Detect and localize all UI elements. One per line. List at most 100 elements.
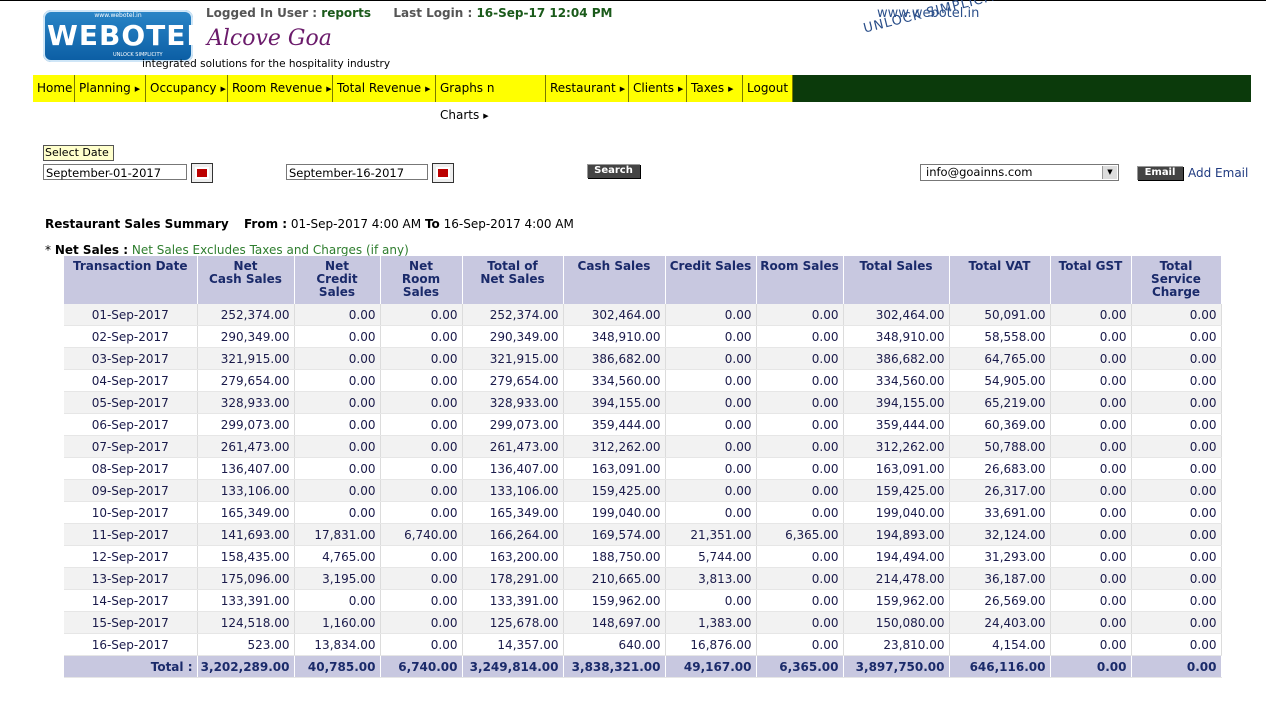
nav-home[interactable]: Home xyxy=(33,75,75,102)
cell-cash-sales: 312,262.00 xyxy=(563,435,666,458)
col-header-room-sales: Room Sales xyxy=(756,256,844,304)
nav-restaurant[interactable]: Restaurant ▶ xyxy=(546,75,629,102)
table-row: 08-Sep-2017 136,407.00 0.00 0.00 136,407.00 1… xyxy=(64,457,1222,480)
nav-logout[interactable]: Logout xyxy=(743,75,793,102)
table-row: 16-Sep-2017 523.00 13,834.00 0.00 14,357.00 6… xyxy=(64,633,1222,656)
table-row: 09-Sep-2017 133,106.00 0.00 0.00 133,106.00 1… xyxy=(64,479,1222,502)
cell-total-gst: 0.00 xyxy=(1050,589,1132,612)
total-total-gst: 0.00 xyxy=(1050,655,1132,678)
chevron-down-icon[interactable]: ▼ xyxy=(1102,166,1117,179)
to-date-input[interactable]: September-16-2017 xyxy=(286,164,428,180)
calendar-icon[interactable] xyxy=(191,163,213,183)
cell-net-cash-sales: 133,106.00 xyxy=(197,479,295,502)
email-select[interactable]: info@goainns.com ▼ xyxy=(920,164,1119,181)
cell-total-sales: 334,560.00 xyxy=(843,369,950,392)
cell-net-credit-sales: 1,160.00 xyxy=(294,611,381,634)
cell-total-net-sales: 279,654.00 xyxy=(462,369,564,392)
cell-transaction-date: 03-Sep-2017 xyxy=(64,347,198,370)
cell-total-sales: 386,682.00 xyxy=(843,347,950,370)
total-total-vat: 646,116.00 xyxy=(949,655,1051,678)
note-text: Net Sales Excludes Taxes and Charges (if… xyxy=(131,243,409,257)
cell-transaction-date: 14-Sep-2017 xyxy=(64,589,198,612)
cell-total-gst: 0.00 xyxy=(1050,369,1132,392)
cell-net-cash-sales: 124,518.00 xyxy=(197,611,295,634)
table-row: 02-Sep-2017 290,349.00 0.00 0.00 290,349.00 3… xyxy=(64,325,1222,348)
nav-room-revenue[interactable]: Room Revenue ▶ xyxy=(228,75,333,102)
cell-total-gst: 0.00 xyxy=(1050,413,1132,436)
col-header-total-sales: Total Sales xyxy=(843,256,950,304)
cell-total-vat: 50,788.00 xyxy=(949,435,1051,458)
nav-taxes[interactable]: Taxes ▶ xyxy=(687,75,743,102)
cell-total-gst: 0.00 xyxy=(1050,523,1132,546)
col-header-net-room-sales: Net Room Sales xyxy=(380,256,463,304)
cell-credit-sales: 0.00 xyxy=(665,479,757,502)
email-button[interactable]: Email xyxy=(1137,166,1183,180)
logo-word: WEBOTEL xyxy=(47,19,206,52)
cell-net-credit-sales: 0.00 xyxy=(294,304,381,326)
cell-room-sales: 0.00 xyxy=(756,325,844,348)
nav-graphs-charts[interactable]: Graphs n Charts ▶ xyxy=(436,75,546,122)
note-label: Net Sales : xyxy=(54,243,129,257)
cell-total-service-charge: 0.00 xyxy=(1131,304,1222,326)
cell-total-sales: 359,444.00 xyxy=(843,413,950,436)
cell-credit-sales: 21,351.00 xyxy=(665,523,757,546)
table-row: 12-Sep-2017 158,435.00 4,765.00 0.00 163,200… xyxy=(64,545,1222,568)
caret-right-icon: ▶ xyxy=(728,85,734,93)
search-button[interactable]: Search xyxy=(587,164,640,178)
cell-net-room-sales: 0.00 xyxy=(380,347,463,370)
cell-total-net-sales: 328,933.00 xyxy=(462,391,564,414)
cell-total-service-charge: 0.00 xyxy=(1131,391,1222,414)
table-total-row: Total :3,202,289.00 40,785.00 6,740.00 3,24… xyxy=(64,655,1222,678)
cell-room-sales: 0.00 xyxy=(756,391,844,414)
cell-total-service-charge: 0.00 xyxy=(1131,633,1222,656)
cell-room-sales: 0.00 xyxy=(756,567,844,590)
nav-clients[interactable]: Clients ▶ xyxy=(629,75,687,102)
caret-right-icon: ▶ xyxy=(483,112,489,120)
add-email-link[interactable]: Add Email xyxy=(1188,166,1248,180)
logo-url-text: www.webotel.in xyxy=(94,12,142,19)
table-row: 10-Sep-2017 165,349.00 0.00 0.00 165,349.00 1… xyxy=(64,501,1222,524)
cell-total-net-sales: 14,357.00 xyxy=(462,633,564,656)
cell-cash-sales: 348,910.00 xyxy=(563,325,666,348)
cell-total-vat: 24,403.00 xyxy=(949,611,1051,634)
cell-cash-sales: 163,091.00 xyxy=(563,457,666,480)
col-header-transaction-date: Transaction Date xyxy=(64,256,198,304)
total-total-net-sales: 3,249,814.00 xyxy=(462,655,564,678)
top-border xyxy=(0,0,1266,1)
cell-net-cash-sales: 252,374.00 xyxy=(197,304,295,326)
cell-net-cash-sales: 261,473.00 xyxy=(197,435,295,458)
cell-net-credit-sales: 0.00 xyxy=(294,413,381,436)
to-value: 16-Sep-2017 4:00 AM xyxy=(443,217,574,231)
cell-credit-sales: 5,744.00 xyxy=(665,545,757,568)
cell-net-credit-sales: 0.00 xyxy=(294,501,381,524)
cell-total-sales: 150,080.00 xyxy=(843,611,950,634)
cell-total-service-charge: 0.00 xyxy=(1131,369,1222,392)
cell-total-vat: 60,369.00 xyxy=(949,413,1051,436)
total-room-sales: 6,365.00 xyxy=(756,655,844,678)
cell-net-cash-sales: 133,391.00 xyxy=(197,589,295,612)
from-date-input[interactable]: September-01-2017 xyxy=(43,164,187,180)
cell-net-cash-sales: 290,349.00 xyxy=(197,325,295,348)
cell-total-service-charge: 0.00 xyxy=(1131,325,1222,348)
nav-total-revenue[interactable]: Total Revenue ▶ xyxy=(333,75,436,102)
cell-total-gst: 0.00 xyxy=(1050,633,1132,656)
nav-occupancy[interactable]: Occupancy ▶ xyxy=(146,75,228,102)
from-label: From : xyxy=(243,217,288,231)
caret-right-icon: ▶ xyxy=(220,85,226,93)
cell-net-credit-sales: 0.00 xyxy=(294,391,381,414)
cell-total-gst: 0.00 xyxy=(1050,304,1132,326)
col-header-total-service-charge: Total Service Charge xyxy=(1131,256,1222,304)
cell-net-room-sales: 0.00 xyxy=(380,633,463,656)
cell-total-gst: 0.00 xyxy=(1050,325,1132,348)
cell-credit-sales: 1,383.00 xyxy=(665,611,757,634)
cell-credit-sales: 0.00 xyxy=(665,325,757,348)
total-net-credit-sales: 40,785.00 xyxy=(294,655,381,678)
cell-total-net-sales: 163,200.00 xyxy=(462,545,564,568)
calendar-icon[interactable] xyxy=(432,163,454,183)
cell-cash-sales: 148,697.00 xyxy=(563,611,666,634)
last-login-value: 16-Sep-17 12:04 PM xyxy=(476,6,613,20)
cell-transaction-date: 10-Sep-2017 xyxy=(64,501,198,524)
hotel-name: Alcove Goa xyxy=(207,26,332,51)
cell-total-vat: 54,905.00 xyxy=(949,369,1051,392)
nav-planning[interactable]: Planning ▶ xyxy=(75,75,146,102)
